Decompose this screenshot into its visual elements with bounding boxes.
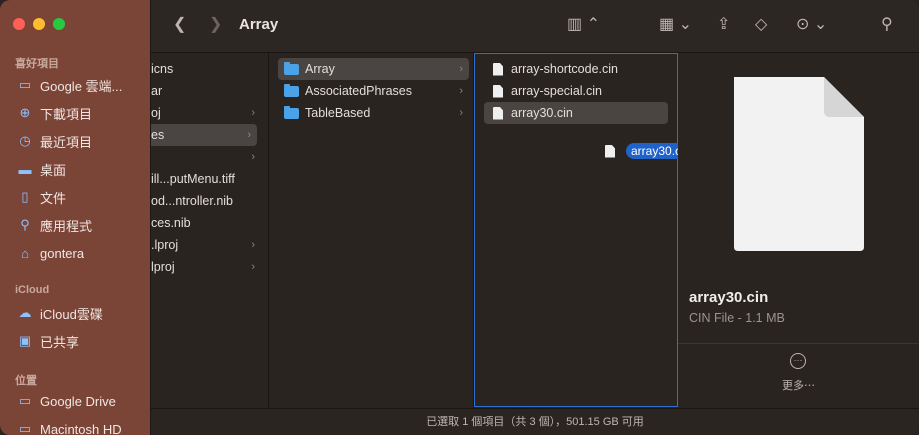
drive-icon: ▭ bbox=[18, 393, 32, 408]
folder-icon bbox=[284, 105, 299, 119]
sidebar-item-google-drive-folder[interactable]: ▭ Google 雲端... bbox=[0, 71, 150, 99]
group-by-icon[interactable]: ▦ ⌄ bbox=[659, 14, 692, 34]
view-mode-columns-icon[interactable]: ▥ ⌃ bbox=[567, 14, 600, 34]
forward-icon[interactable]: ❯ bbox=[209, 14, 222, 34]
clock-icon: ◷ bbox=[19, 133, 31, 148]
more-button[interactable]: 更多⋯ bbox=[678, 377, 919, 393]
status-bar: 已選取 1 個項目（共 3 個），501.15 GB 可用 bbox=[151, 408, 919, 435]
folder-icon bbox=[284, 83, 299, 97]
list-item-selected[interactable]: es › bbox=[151, 124, 257, 146]
search-icon[interactable]: ⚲ bbox=[881, 14, 893, 34]
chevron-right-icon: › bbox=[459, 107, 463, 119]
sidebar-item-downloads[interactable]: ⊕ 下載項目 bbox=[0, 99, 150, 127]
sidebar: 喜好項目 ▭ Google 雲端... ⊕ 下載項目 ◷ 最近項目 ▬ 桌面 ▯ 文件 ⚲… bbox=[0, 0, 151, 435]
share-icon[interactable]: ⇪ bbox=[717, 14, 730, 34]
sidebar-item-google-drive[interactable]: ▭ Google Drive bbox=[0, 387, 150, 415]
back-icon[interactable]: ❮ bbox=[173, 14, 186, 34]
preview-file-info: CIN File - 1.1 MB bbox=[689, 311, 785, 325]
list-item-selected[interactable]: array30.cin bbox=[484, 102, 668, 124]
chevron-right-icon: › bbox=[251, 261, 255, 273]
list-item[interactable]: array-shortcode.cin bbox=[485, 58, 673, 80]
desktop-icon: ▬ bbox=[18, 161, 32, 177]
chevron-right-icon: › bbox=[459, 85, 463, 97]
favorites-header: 喜好項目 bbox=[15, 58, 59, 70]
traffic-lights bbox=[13, 18, 65, 30]
list-item[interactable]: od...ntroller.nib bbox=[151, 190, 261, 212]
list-item[interactable]: .lproj › bbox=[151, 234, 261, 256]
icloud-header: iCloud bbox=[15, 284, 50, 296]
sidebar-item-documents[interactable]: ▯ 文件 bbox=[0, 183, 150, 211]
more-icon[interactable]: ··· bbox=[790, 353, 806, 369]
sidebar-item-shared[interactable]: ▣ 已共享 bbox=[0, 327, 150, 355]
file-icon bbox=[605, 144, 615, 158]
preview-file-name: array30.cin bbox=[689, 289, 769, 306]
sidebar-item-recents[interactable]: ◷ 最近項目 bbox=[0, 127, 150, 155]
list-item[interactable]: TableBased › bbox=[278, 102, 469, 124]
list-item-selected[interactable]: Array › bbox=[278, 58, 469, 80]
list-item[interactable]: lproj › bbox=[151, 256, 261, 278]
file-icon bbox=[493, 84, 503, 98]
folder-icon bbox=[284, 61, 299, 75]
file-icon bbox=[493, 106, 503, 120]
locations-header: 位置 bbox=[15, 375, 37, 387]
document-preview-icon bbox=[734, 77, 864, 251]
list-item[interactable]: AssociatedPhrases › bbox=[278, 80, 469, 102]
cloud-icon: ☁ bbox=[18, 305, 32, 320]
apps-icon: ⚲ bbox=[20, 217, 30, 232]
window-title: Array bbox=[239, 16, 279, 33]
list-item[interactable]: ill...putMenu.tiff bbox=[151, 168, 261, 190]
list-item[interactable]: icns bbox=[151, 58, 261, 80]
chevron-right-icon: › bbox=[251, 107, 255, 119]
column-parent: icns ar oj › es › › ill...putMenu.tiff od.… bbox=[151, 53, 269, 408]
sidebar-item-desktop[interactable]: ▬ 桌面 bbox=[0, 155, 150, 183]
sidebar-item-applications[interactable]: ⚲ 應用程式 bbox=[0, 211, 150, 239]
shared-folder-icon: ▣ bbox=[18, 333, 32, 348]
download-icon: ⊕ bbox=[19, 105, 31, 120]
chevron-right-icon: › bbox=[251, 151, 255, 163]
minimize-window-button[interactable] bbox=[33, 18, 45, 30]
close-window-button[interactable] bbox=[13, 18, 25, 30]
zoom-window-button[interactable] bbox=[53, 18, 65, 30]
list-item[interactable]: › bbox=[151, 146, 261, 168]
sidebar-item-icloud-drive[interactable]: ☁ iCloud雲碟 bbox=[0, 299, 150, 327]
finder-window: 喜好項目 ▭ Google 雲端... ⊕ 下載項目 ◷ 最近項目 ▬ 桌面 ▯ 文件 ⚲… bbox=[0, 0, 919, 435]
document-icon: ▯ bbox=[21, 189, 29, 204]
list-item[interactable]: array-special.cin bbox=[485, 80, 673, 102]
column-inputs: Array › AssociatedPhrases › TableBased › bbox=[269, 53, 474, 408]
column-array-files[interactable]: array-shortcode.cin array-special.cin ar… bbox=[474, 53, 678, 407]
preview-pane: array30.cin CIN File - 1.1 MB ··· 更多⋯ bbox=[678, 53, 919, 408]
chevron-right-icon: › bbox=[459, 63, 463, 75]
folder-icon: ▭ bbox=[18, 77, 32, 92]
toolbar: ❮ ❯ Array ▥ ⌃ ▦ ⌄ ⇪ ◇ ⊙ ⌄ ⚲ bbox=[151, 0, 919, 53]
sidebar-item-macintosh-hd[interactable]: ▭ Macintosh HD bbox=[0, 415, 150, 435]
chevron-right-icon: › bbox=[247, 129, 251, 141]
list-item[interactable]: ces.nib bbox=[151, 212, 261, 234]
sidebar-item-home[interactable]: ⌂ gontera bbox=[0, 239, 150, 267]
disk-icon: ▭ bbox=[18, 421, 32, 435]
more-actions-icon[interactable]: ⊙ ⌄ bbox=[796, 14, 827, 34]
home-icon: ⌂ bbox=[21, 245, 29, 261]
list-item[interactable]: ar bbox=[151, 80, 261, 102]
file-icon bbox=[493, 62, 503, 76]
divider bbox=[678, 343, 919, 344]
list-item[interactable]: oj › bbox=[151, 102, 261, 124]
tag-icon[interactable]: ◇ bbox=[755, 14, 767, 34]
chevron-right-icon: › bbox=[251, 239, 255, 251]
